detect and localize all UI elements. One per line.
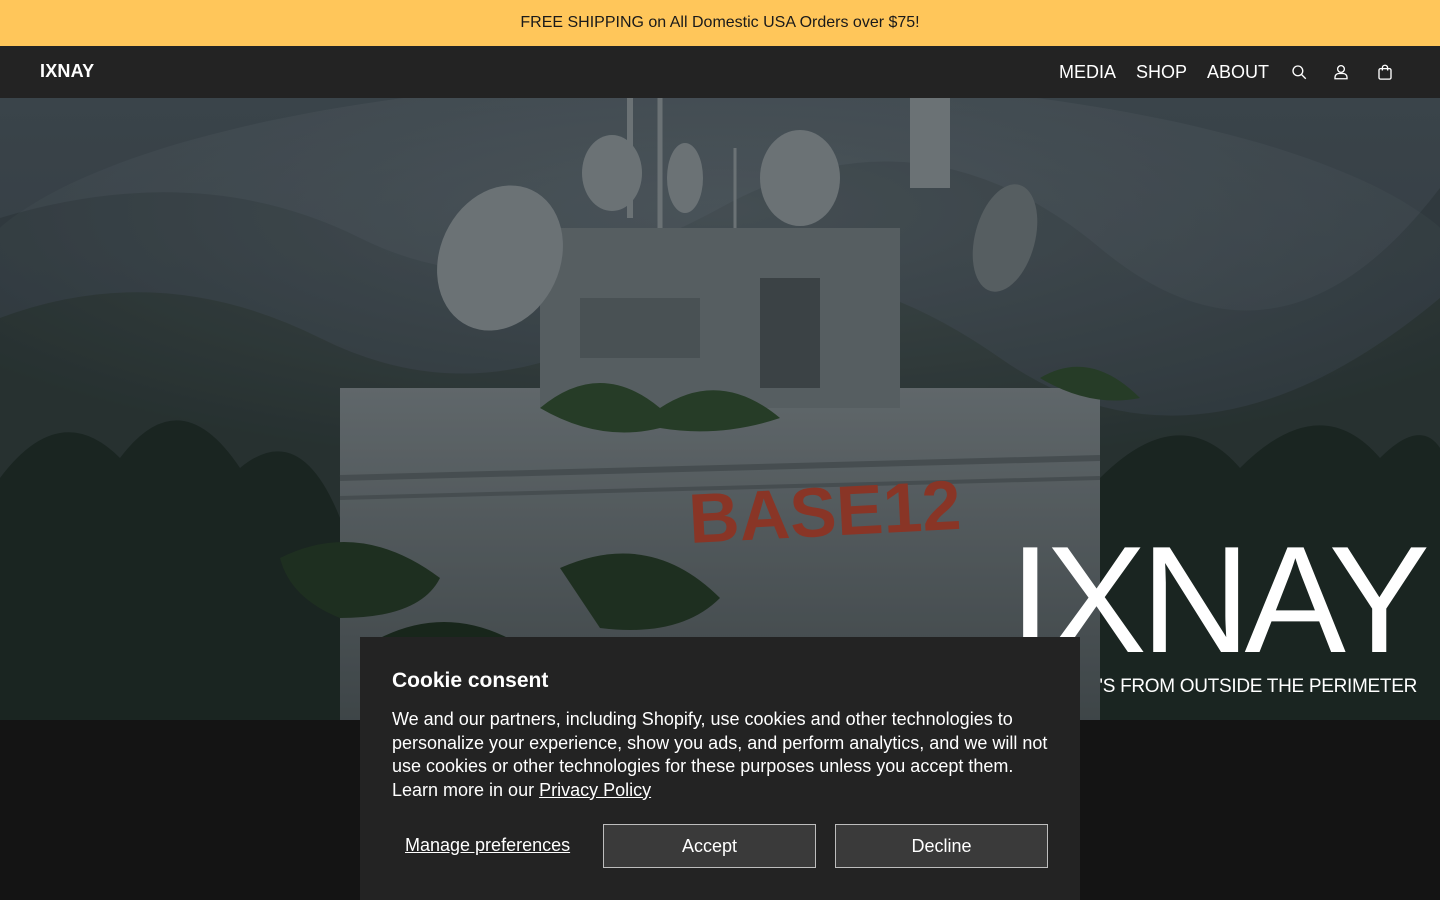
nav-link-shop[interactable]: SHOP (1136, 62, 1187, 83)
accept-button[interactable]: Accept (603, 824, 816, 868)
cookie-body-text: We and our partners, including Shopify, … (392, 709, 1048, 800)
cookie-title: Cookie consent (392, 669, 549, 692)
main-nav: MEDIA SHOP ABOUT (1059, 46, 1440, 98)
hero-subtitle: 'S FROM OUTSIDE THE PERIMETER (1099, 676, 1417, 697)
account-icon[interactable] (1329, 60, 1353, 84)
decline-button[interactable]: Decline (835, 824, 1048, 868)
site-header: IXNAY MEDIA SHOP ABOUT (0, 46, 1440, 98)
site-logo[interactable]: IXNAY (40, 61, 94, 82)
cookie-consent-banner: Cookie consent We and our partners, incl… (360, 637, 1080, 900)
manage-preferences-link[interactable]: Manage preferences (405, 835, 570, 856)
privacy-policy-link[interactable]: Privacy Policy (539, 780, 651, 800)
search-icon[interactable] (1287, 60, 1311, 84)
cookie-actions: Manage preferences Accept Decline (392, 824, 1048, 868)
nav-link-about[interactable]: ABOUT (1207, 62, 1269, 83)
announcement-text: FREE SHIPPING on All Domestic USA Orders… (520, 14, 920, 31)
cart-icon[interactable] (1373, 60, 1397, 84)
announcement-bar: FREE SHIPPING on All Domestic USA Orders… (0, 0, 1440, 46)
hero-banner: BASE12 IXNAY 'S FROM OUTSIDE THE PERIMET… (0, 98, 1440, 720)
cookie-description: We and our partners, including Shopify, … (392, 708, 1052, 802)
nav-link-media[interactable]: MEDIA (1059, 62, 1116, 83)
